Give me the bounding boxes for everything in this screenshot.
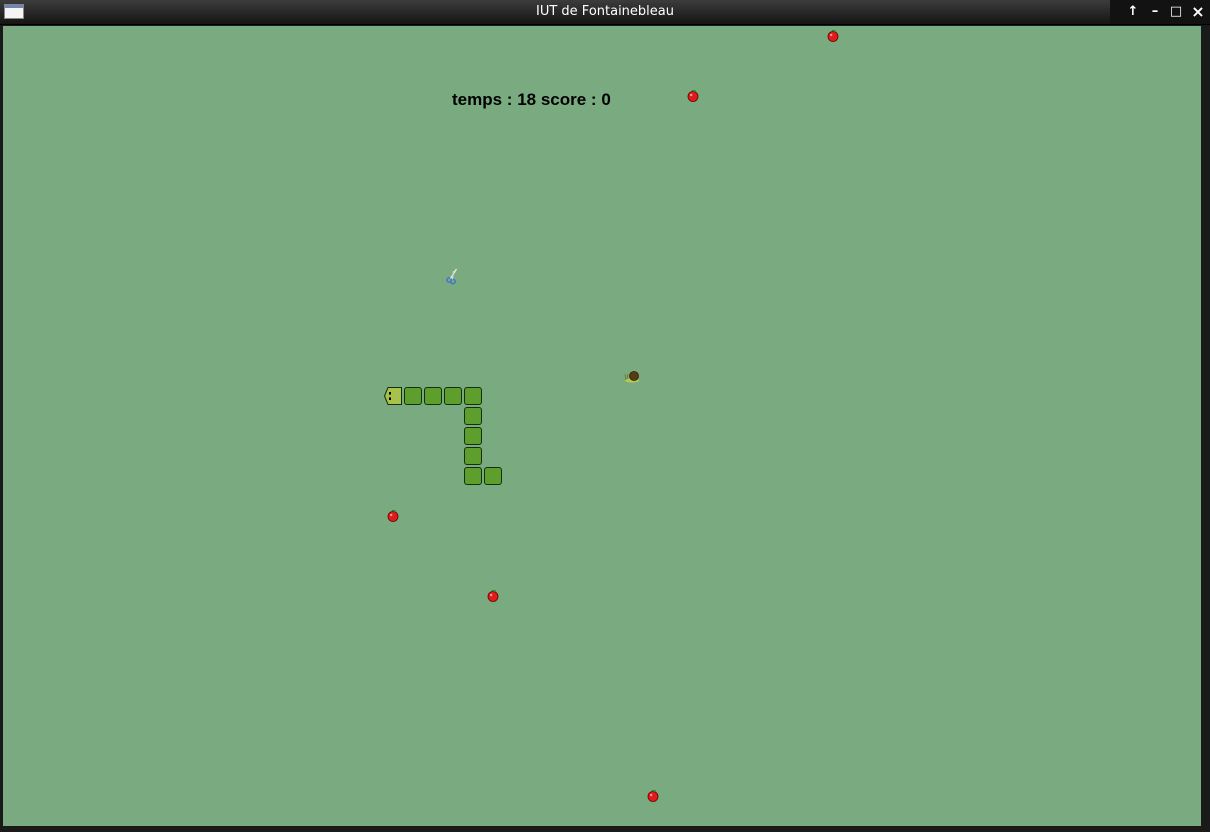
snake-segment	[444, 387, 462, 405]
snake-segment	[464, 387, 482, 405]
score-label: score :	[536, 90, 602, 109]
snake-segment	[424, 387, 442, 405]
apple-icon	[823, 26, 843, 46]
game-board[interactable]: temps : 18 score : 0	[3, 26, 1201, 826]
snail-icon	[623, 366, 643, 386]
raise-window-button[interactable]: ↑	[1123, 2, 1143, 22]
minimize-button[interactable]: –	[1145, 2, 1165, 22]
time-label: temps :	[452, 90, 518, 109]
hud: temps : 18 score : 0	[452, 90, 611, 110]
snake-segment	[484, 467, 502, 485]
window-title: IUT de Fontainebleau	[536, 4, 674, 19]
snake-segment	[464, 447, 482, 465]
window-titlebar[interactable]: IUT de Fontainebleau ↑ – □ ×	[0, 0, 1210, 25]
scissors-icon	[443, 266, 463, 286]
apple-icon	[683, 86, 703, 106]
close-button[interactable]: ×	[1188, 2, 1208, 22]
snake-segment	[464, 407, 482, 425]
time-value: 18	[517, 90, 537, 109]
score-value: 0	[601, 90, 611, 109]
window-controls: ↑ – □ ×	[1110, 0, 1210, 24]
snake-head	[383, 386, 403, 406]
apple-icon	[483, 586, 503, 606]
apple-icon	[643, 786, 663, 806]
snake-segment	[464, 467, 482, 485]
snake-segment	[464, 427, 482, 445]
snake-segment	[404, 387, 422, 405]
apple-icon	[383, 506, 403, 526]
maximize-button[interactable]: □	[1166, 2, 1186, 22]
